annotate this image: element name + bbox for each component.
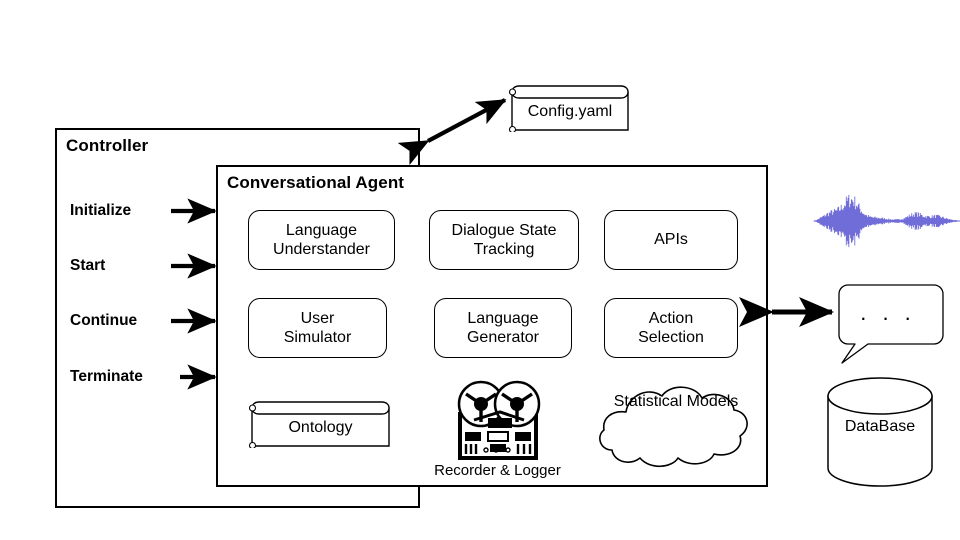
config-yaml-note[interactable]: Config.yaml (508, 84, 632, 134)
module-label-line1: Dialogue State (451, 221, 557, 239)
module-label-line1: Language (285, 221, 358, 239)
tape-recorder-icon (457, 380, 541, 460)
waveform-svg (813, 194, 960, 248)
conversational-agent-title: Conversational Agent (227, 173, 405, 192)
module-language-generator[interactable]: Language Generator (434, 298, 572, 358)
controller-command-start: Start (70, 257, 106, 274)
ontology-label: Ontology (288, 419, 353, 436)
module-dialogue-state-tracking[interactable]: Dialogue State Tracking (429, 210, 579, 270)
recorder-logger-caption: Recorder & Logger (434, 462, 561, 479)
module-apis[interactable]: APIs (604, 210, 738, 270)
audio-waveform-icon (812, 190, 960, 252)
module-label-line1: User (300, 309, 335, 327)
controller-command-continue: Continue (70, 312, 138, 329)
module-label-line2: Understander (273, 241, 370, 258)
speech-bubble-text: . . . (860, 300, 916, 325)
module-label-line1: APIs (654, 231, 688, 249)
module-user-simulator[interactable]: User Simulator (248, 298, 387, 358)
statistical-models-label: Statistical Models (596, 392, 756, 412)
arrow-controller-config (397, 98, 507, 166)
module-label-line2: Generator (466, 329, 540, 346)
controller-command-initialize: Initialize (70, 202, 132, 219)
module-label-line2: Selection (638, 329, 704, 346)
config-yaml-label: Config.yaml (527, 103, 613, 120)
statistical-models-line2: Models (686, 393, 739, 410)
ontology-note[interactable]: Ontology (248, 400, 393, 450)
module-label-line1: Language (467, 309, 539, 327)
diagram-canvas: Controller Initialize Start Continue Ter… (0, 0, 960, 540)
database-label: DataBase (844, 418, 916, 435)
module-action-selection[interactable]: Action Selection (604, 298, 738, 358)
controller-title: Controller (66, 136, 149, 155)
controller-command-terminate: Terminate (70, 368, 143, 385)
module-label-line2: Simulator (283, 329, 352, 346)
module-language-understander[interactable]: Language Understander (248, 210, 395, 270)
module-label-line2: Tracking (473, 241, 535, 258)
module-label-line1: Action (648, 309, 694, 327)
statistical-models-line1: Statistical (613, 393, 683, 410)
